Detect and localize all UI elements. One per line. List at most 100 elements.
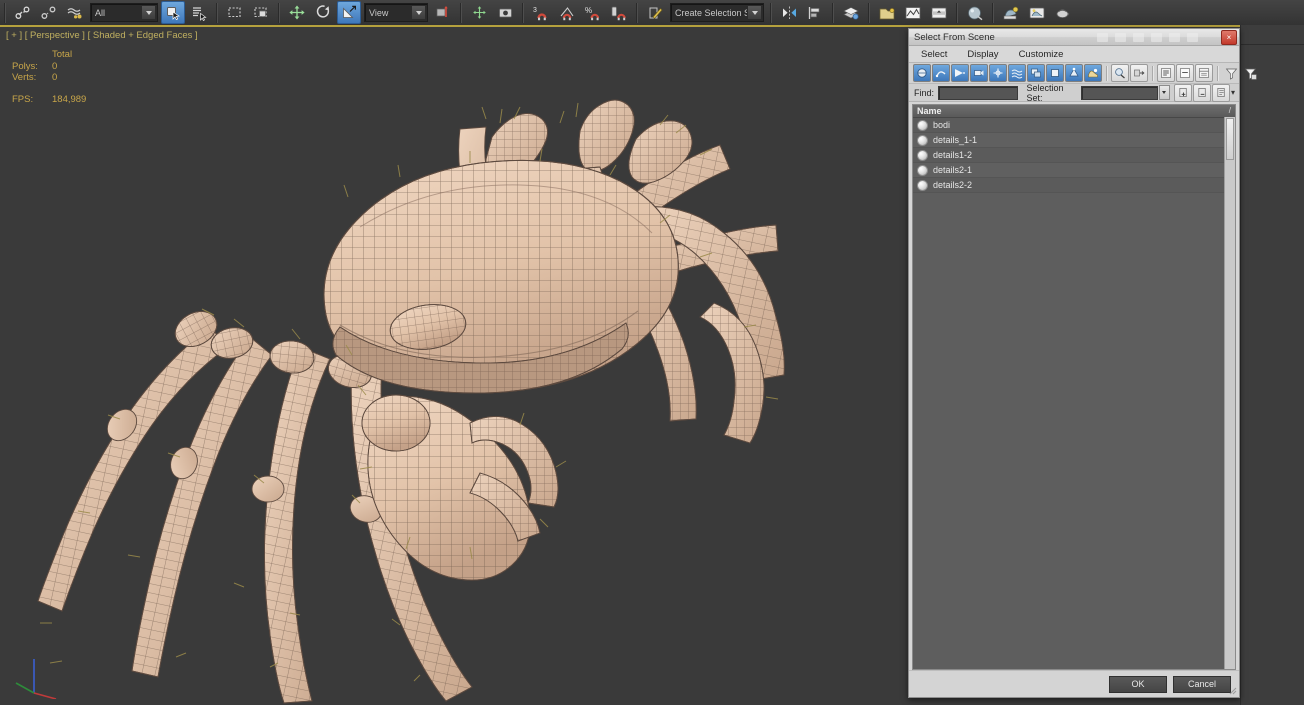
sort-indicator[interactable]: / — [1229, 106, 1231, 115]
display-all-icon[interactable] — [1084, 64, 1102, 82]
chevron-down-icon[interactable] — [1158, 85, 1170, 100]
dialog-toolbar-separator — [1217, 65, 1219, 81]
named-selection-set-field[interactable]: Create Selection Se — [670, 3, 764, 22]
select-by-name-icon[interactable] — [187, 1, 211, 24]
unlink-selection-icon[interactable] — [37, 1, 61, 24]
menu-item-select[interactable]: Select — [921, 49, 947, 60]
list-item[interactable]: bodi — [913, 118, 1235, 133]
display-bones-icon[interactable] — [1065, 64, 1083, 82]
list-item[interactable]: details_1-1 — [913, 133, 1235, 148]
reference-coordinate-system-dropdown[interactable]: View — [364, 3, 428, 22]
toolbar-separator — [992, 2, 994, 23]
display-geometry-icon[interactable] — [913, 64, 931, 82]
use-selection-center-icon[interactable] — [467, 1, 491, 24]
edit-named-selection-sets-icon[interactable] — [643, 1, 667, 24]
reference-coord-value: View — [369, 7, 389, 18]
display-helpers-icon[interactable] — [989, 64, 1007, 82]
svg-text:3: 3 — [533, 7, 537, 14]
selection-set-input[interactable] — [1081, 85, 1158, 100]
use-pivot-point-center-icon[interactable] — [431, 1, 455, 24]
angle-snap-toggle-icon[interactable] — [555, 1, 579, 24]
chevron-down-icon[interactable] — [411, 5, 426, 20]
command-panel-area[interactable] — [1240, 25, 1304, 705]
ok-button[interactable]: OK — [1109, 675, 1167, 693]
toolbar-separator — [278, 2, 280, 23]
geometry-object-icon — [917, 179, 928, 191]
collapse-all-icon[interactable] — [1176, 64, 1194, 82]
geometry-object-icon — [917, 119, 928, 131]
list-vertical-scrollbar[interactable] — [1224, 117, 1235, 669]
remove-selection-set-icon[interactable] — [1193, 83, 1211, 102]
select-and-rotate-icon[interactable] — [311, 1, 335, 24]
select-and-move-icon[interactable] — [285, 1, 309, 24]
window-crossing-icon[interactable] — [249, 1, 273, 24]
column-header-name: Name — [917, 106, 942, 116]
display-shapes-icon[interactable] — [932, 64, 950, 82]
toolbar-separator — [770, 2, 772, 23]
list-item[interactable]: details2-2 — [913, 178, 1235, 193]
scrollbar-thumb[interactable] — [1226, 118, 1234, 160]
chevron-down-icon[interactable] — [747, 5, 762, 20]
select-and-link-icon[interactable] — [11, 1, 35, 24]
list-item-label: details2-1 — [933, 165, 973, 175]
display-cameras-icon[interactable] — [970, 64, 988, 82]
cancel-button[interactable]: Cancel — [1173, 675, 1231, 693]
filter-icon[interactable] — [1222, 64, 1240, 82]
curve-editor-icon[interactable] — [875, 1, 899, 24]
clear-filter-icon[interactable] — [1241, 64, 1259, 82]
menu-item-display[interactable]: Display — [967, 49, 998, 60]
selection-filter-dropdown[interactable]: All — [90, 3, 158, 22]
scene-object-list[interactable]: Name / bodi details_1-1 details1-2 detai… — [912, 104, 1236, 670]
list-item-label: details2-2 — [933, 180, 973, 190]
chevron-down-icon[interactable]: ▾ — [1231, 88, 1235, 97]
bind-to-space-warp-icon[interactable] — [63, 1, 87, 24]
world-axis-tripod-icon — [15, 659, 57, 699]
dialog-title-bar[interactable]: Select From Scene × — [909, 29, 1239, 46]
toolbar-separator — [216, 2, 218, 23]
main-toolbar: All View 3 % Create Selection Se — [0, 0, 1304, 26]
render-setup-icon[interactable] — [999, 1, 1023, 24]
add-selection-set-icon[interactable] — [1174, 83, 1192, 102]
render-production-icon[interactable] — [1051, 1, 1075, 24]
list-item[interactable]: details1-2 — [913, 148, 1235, 163]
list-column-header[interactable]: Name / — [913, 105, 1235, 118]
select-subtree-icon[interactable] — [1111, 64, 1129, 82]
resize-grip-icon[interactable] — [1227, 685, 1237, 695]
snaps-toggle-icon[interactable]: 3 — [529, 1, 553, 24]
geometry-object-icon — [917, 134, 928, 146]
display-lights-icon[interactable] — [951, 64, 969, 82]
select-influences-icon[interactable] — [1130, 64, 1148, 82]
list-body[interactable]: bodi details_1-1 details1-2 details2-1 d… — [913, 118, 1235, 669]
toolbar-separator — [460, 2, 462, 23]
close-icon[interactable]: × — [1221, 30, 1237, 45]
percent-snap-toggle-icon[interactable]: % — [581, 1, 605, 24]
geometry-object-icon — [917, 149, 928, 161]
manipulate-mode-icon[interactable] — [493, 1, 517, 24]
schematic-view-icon[interactable] — [901, 1, 925, 24]
select-from-scene-dialog[interactable]: Select From Scene × Select Display Custo… — [908, 28, 1257, 698]
select-object-icon[interactable] — [161, 1, 185, 24]
align-icon[interactable] — [803, 1, 827, 24]
display-space-warps-icon[interactable] — [1008, 64, 1026, 82]
find-input[interactable] — [938, 85, 1019, 100]
display-xrefs-icon[interactable] — [1046, 64, 1064, 82]
expand-all-icon[interactable] — [1157, 64, 1175, 82]
layer-manager-icon[interactable] — [839, 1, 863, 24]
material-editor-icon[interactable] — [963, 1, 987, 24]
dialog-menu-bar: Select Display Customize — [909, 46, 1239, 63]
spinner-snap-toggle-icon[interactable] — [607, 1, 631, 24]
rectangular-selection-region-icon[interactable] — [223, 1, 247, 24]
mirror-icon[interactable] — [777, 1, 801, 24]
select-and-uniform-scale-icon[interactable] — [337, 1, 361, 24]
list-item[interactable]: details2-1 — [913, 163, 1235, 178]
menu-item-customize[interactable]: Customize — [1019, 49, 1064, 60]
chevron-down-icon[interactable] — [141, 5, 156, 20]
display-groups-icon[interactable] — [1027, 64, 1045, 82]
dialog-toolbar — [909, 63, 1257, 84]
edit-selection-set-icon[interactable] — [1212, 83, 1230, 102]
toolbar-separator — [832, 2, 834, 23]
render-preview-icon[interactable] — [927, 1, 951, 24]
list-types-icon[interactable] — [1195, 64, 1213, 82]
svg-text:%: % — [585, 6, 592, 15]
rendered-frame-window-icon[interactable] — [1025, 1, 1049, 24]
